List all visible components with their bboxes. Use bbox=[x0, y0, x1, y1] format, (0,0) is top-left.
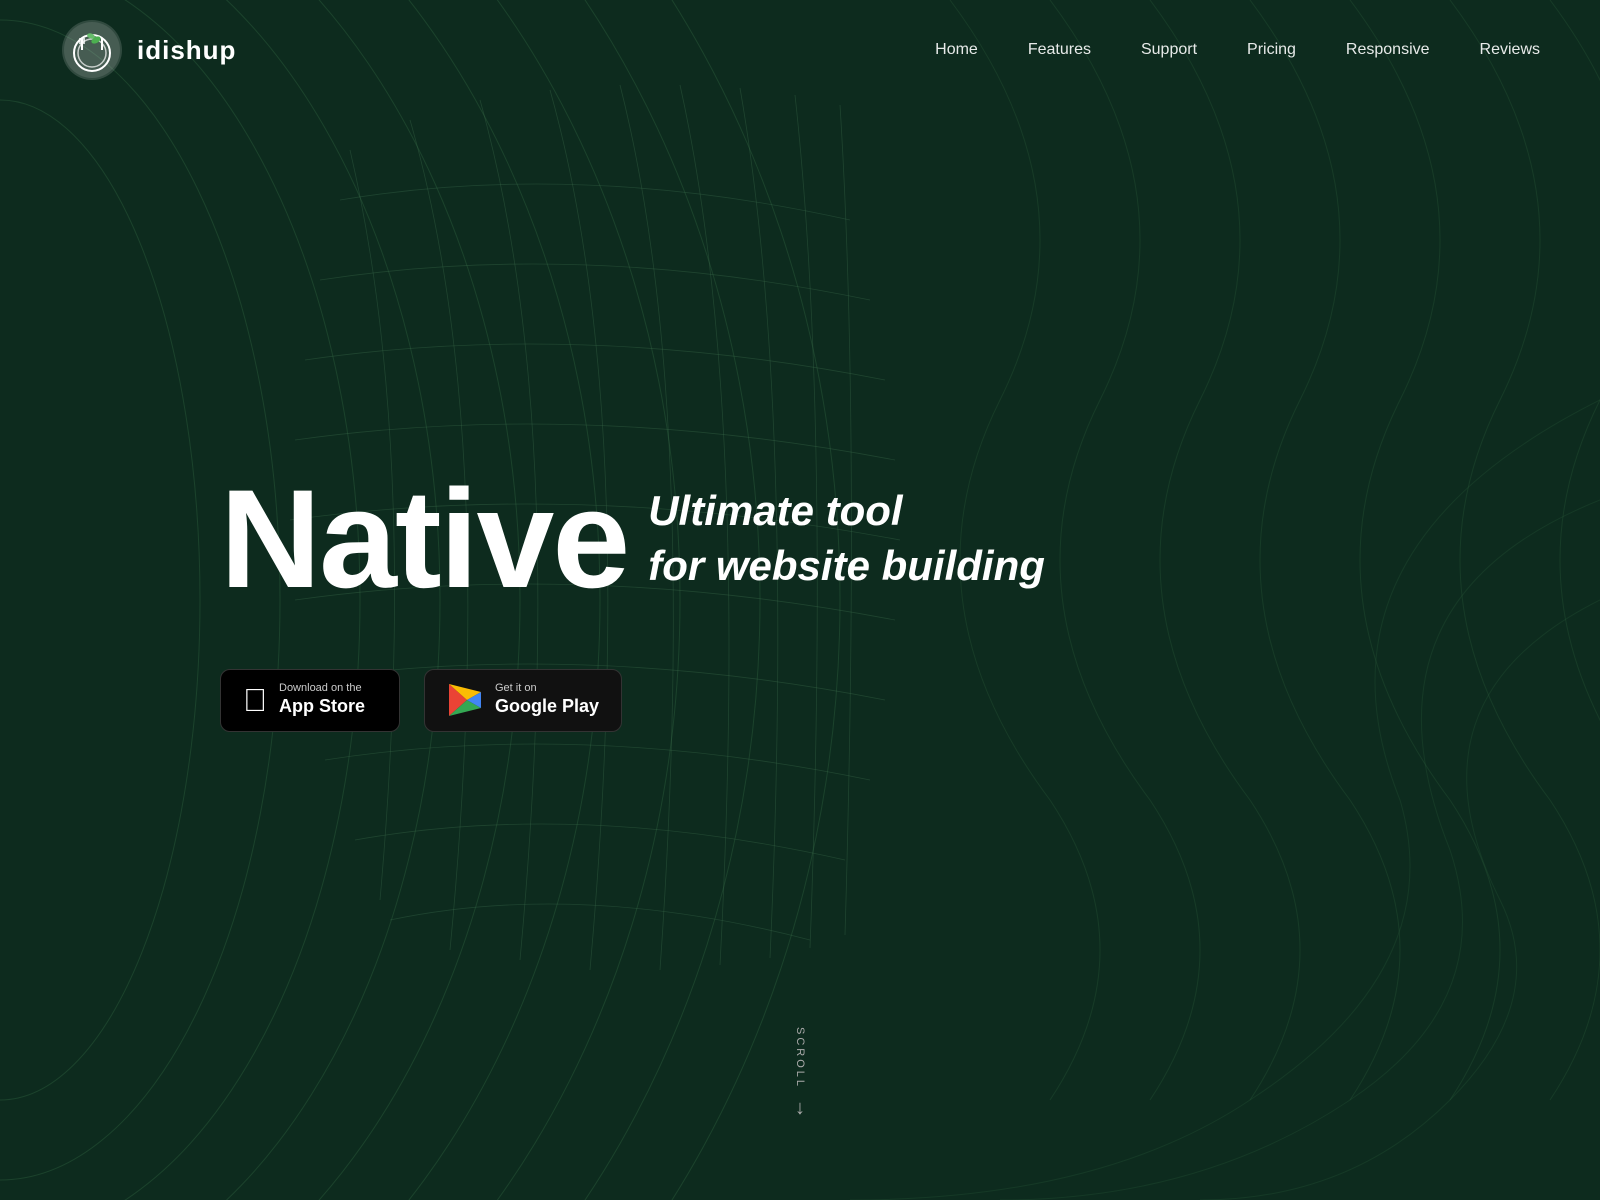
hero-headline: Native Ultimate tool for website buildin… bbox=[220, 469, 1380, 609]
hero-title: Native bbox=[220, 469, 628, 609]
app-buttons:  Download on the App Store Get it on Go… bbox=[220, 669, 1380, 732]
hero-subtitle-line1: Ultimate tool bbox=[648, 484, 1045, 539]
app-store-small-text: Download on the bbox=[279, 682, 365, 695]
google-play-icon bbox=[447, 682, 483, 718]
nav-support[interactable]: Support bbox=[1141, 41, 1197, 58]
google-play-button[interactable]: Get it on Google Play bbox=[424, 669, 622, 732]
apple-icon:  bbox=[243, 682, 267, 719]
nav-pricing[interactable]: Pricing bbox=[1247, 41, 1296, 58]
nav-reviews[interactable]: Reviews bbox=[1480, 41, 1540, 58]
hero-subtitle-line2: for website building bbox=[648, 539, 1045, 594]
brand-name: idishup bbox=[137, 35, 236, 66]
logo[interactable]: idishup bbox=[60, 18, 236, 83]
logo-icon bbox=[60, 18, 125, 83]
hero-section: Native Ultimate tool for website buildin… bbox=[0, 0, 1600, 1200]
app-store-text: Download on the App Store bbox=[279, 682, 365, 719]
nav-responsive[interactable]: Responsive bbox=[1346, 41, 1430, 58]
scroll-label: SCROLL bbox=[794, 1027, 806, 1089]
app-store-large-text: App Store bbox=[279, 695, 365, 718]
nav-links: Home Features Support Pricing Responsive… bbox=[935, 41, 1540, 59]
nav-home[interactable]: Home bbox=[935, 41, 978, 58]
scroll-arrow-icon: ↓ bbox=[795, 1097, 805, 1120]
hero-subtitle: Ultimate tool for website building bbox=[648, 484, 1045, 593]
scroll-indicator: SCROLL ↓ bbox=[794, 1027, 806, 1120]
google-play-small-text: Get it on bbox=[495, 682, 599, 695]
app-store-button[interactable]:  Download on the App Store bbox=[220, 669, 400, 732]
google-play-text: Get it on Google Play bbox=[495, 682, 599, 719]
nav-features[interactable]: Features bbox=[1028, 41, 1091, 58]
google-play-large-text: Google Play bbox=[495, 695, 599, 718]
navigation: idishup Home Features Support Pricing Re… bbox=[0, 0, 1600, 100]
